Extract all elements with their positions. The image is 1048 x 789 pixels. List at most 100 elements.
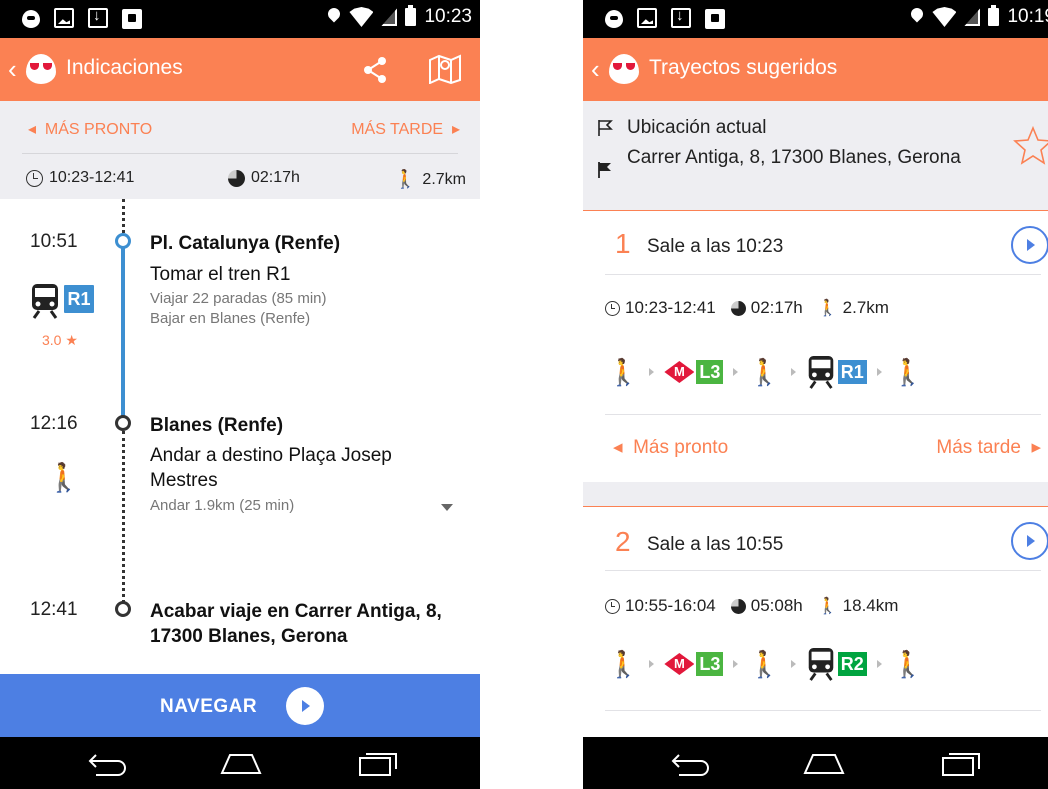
divider [605, 274, 1041, 275]
system-home-icon[interactable] [801, 751, 847, 775]
walk-icon: 🚶 [748, 356, 781, 387]
app-bar: ‹ Trayectos sugeridos [583, 38, 1048, 101]
status-bar: 10:19 [583, 0, 1048, 38]
leg-separator-icon [733, 368, 739, 376]
route-card[interactable]: 2 Sale a las 10:55 10:55-16:04 05:08h 🚶 … [583, 508, 1048, 737]
walk-icon: 🚶 [748, 648, 781, 679]
star-icon[interactable] [1013, 125, 1048, 165]
system-navigation-bar [0, 737, 480, 789]
clock-icon [605, 598, 620, 614]
route-endpoints: Ubicación actual Carrer Antiga, 8, 17300… [583, 101, 1048, 211]
step-detail: Viajar 22 paradas (85 min) [150, 290, 327, 307]
app-logo-icon[interactable] [26, 54, 56, 84]
flag-outline-icon [598, 120, 613, 136]
status-time: 10:19 [1007, 6, 1048, 27]
leg-separator-icon [790, 368, 796, 376]
walk-icon: 🚶 [817, 300, 838, 317]
route-card[interactable]: 1 Sale a las 10:23 10:23-12:41 02:17h 🚶 … [583, 212, 1048, 482]
trip-duration: 02:17h [228, 169, 300, 187]
earlier-button[interactable]: ◂ MÁS PRONTO [28, 119, 152, 139]
app-logo-icon[interactable] [609, 54, 639, 84]
line-badge-r1: R1 [64, 285, 94, 313]
clock-icon [26, 169, 43, 187]
system-back-icon[interactable] [669, 749, 713, 779]
timeline-walk-segment [122, 199, 125, 233]
navigate-button[interactable]: NAVEGAR [0, 674, 480, 737]
route-departure: Sale a las 10:23 [647, 236, 784, 257]
walk-icon: 🚶 [394, 169, 417, 189]
timeline-end-node [115, 601, 131, 617]
store-notification-icon [122, 9, 142, 29]
route-number: 2 [615, 526, 631, 557]
line-badge-r1: R1 [837, 360, 867, 384]
system-navigation-bar [583, 737, 1048, 789]
metro-diamond-icon: M [664, 361, 695, 383]
play-circle-icon[interactable] [1011, 226, 1048, 264]
walk-icon: 🚶 [891, 648, 925, 679]
signal-icon [381, 8, 398, 26]
step-title[interactable]: Acabar viaje en Carrer Antiga, 8, 17300 … [150, 599, 470, 649]
step-detail: Andar 1.9km (25 min) [150, 497, 295, 514]
leg-separator-icon [733, 660, 739, 668]
gallery-notification-icon [54, 8, 74, 28]
timeline-walk-segment [122, 431, 125, 603]
route-summary: 10:23-12:41 02:17h 🚶 2.7km [605, 298, 889, 318]
notification-app-icon [605, 10, 623, 28]
wifi-icon [349, 7, 374, 27]
leg-separator-icon [649, 368, 655, 376]
route-legs: 🚶 M L3 🚶 R1 🚶 [607, 352, 924, 392]
share-icon[interactable] [362, 56, 388, 84]
back-chevron-icon[interactable]: ‹ [8, 56, 17, 82]
trip-walk-distance: 🚶 2.7km [394, 169, 466, 189]
divider [22, 153, 458, 154]
location-icon [327, 7, 341, 27]
system-recents-icon[interactable] [358, 751, 400, 777]
play-circle-icon[interactable] [1011, 522, 1048, 560]
card-separator [583, 482, 1048, 507]
walk-icon: 🚶 [607, 648, 640, 679]
play-circle-icon [286, 687, 324, 725]
directions-screen: 10:23 ‹ Indicaciones ◂ MÁS PRONTO MÁS TA… [0, 0, 480, 789]
step-action: Tomar el tren R1 [150, 264, 291, 285]
timeline-train-segment [121, 241, 125, 417]
leg-separator-icon [790, 660, 796, 668]
navigate-label: NAVEGAR [160, 696, 258, 717]
back-chevron-icon[interactable]: ‹ [591, 56, 600, 82]
page-title: Trayectos sugeridos [649, 56, 838, 79]
flag-filled-icon [598, 162, 611, 178]
line-badge-l3: L3 [696, 652, 724, 676]
later-button[interactable]: Más tarde ▸ [936, 436, 1041, 459]
timeline-stop-node [115, 415, 131, 431]
map-icon[interactable] [428, 54, 462, 84]
line-rating[interactable]: 3.0 ★ [42, 332, 78, 349]
earlier-button[interactable]: ◂ Más pronto [613, 436, 728, 459]
system-recents-icon[interactable] [941, 751, 983, 777]
gallery-notification-icon [637, 8, 657, 28]
suggested-routes-screen: 10:19 ‹ Trayectos sugeridos Ubicación ac… [583, 0, 1048, 789]
system-home-icon[interactable] [218, 751, 264, 775]
walk-icon: 🚶 [891, 356, 925, 387]
duration-pie-icon [228, 169, 245, 187]
origin-field[interactable]: Ubicación actual [627, 117, 766, 139]
app-bar: ‹ Indicaciones [0, 38, 480, 101]
status-time: 10:23 [424, 6, 472, 27]
duration-pie-icon [730, 300, 746, 316]
leg-separator-icon [876, 368, 882, 376]
step-title[interactable]: Blanes (Renfe) [150, 413, 470, 438]
line-badge-l3: L3 [696, 360, 724, 384]
status-bar: 10:23 [0, 0, 480, 38]
later-button[interactable]: MÁS TARDE ▸ [351, 119, 460, 139]
page-title: Indicaciones [66, 56, 183, 79]
destination-field[interactable]: Carrer Antiga, 8, 17300 Blanes, Gerona [627, 145, 967, 170]
leg-separator-icon [876, 660, 882, 668]
step-action: Andar a destino Plaça Josep Mestres [150, 445, 392, 491]
step-time: 12:16 [30, 413, 78, 434]
system-back-icon[interactable] [86, 749, 130, 779]
metro-diamond-icon: M [664, 653, 695, 675]
itinerary-timeline: 10:51 Pl. Catalunya (Renfe) Tomar el tre… [0, 199, 480, 674]
expand-details-icon[interactable] [441, 504, 453, 511]
line-badge-r2: R2 [837, 652, 867, 676]
train-icon [808, 355, 834, 389]
trip-time-range: 10:23-12:41 [26, 169, 134, 187]
step-title[interactable]: Pl. Catalunya (Renfe) [150, 231, 470, 256]
